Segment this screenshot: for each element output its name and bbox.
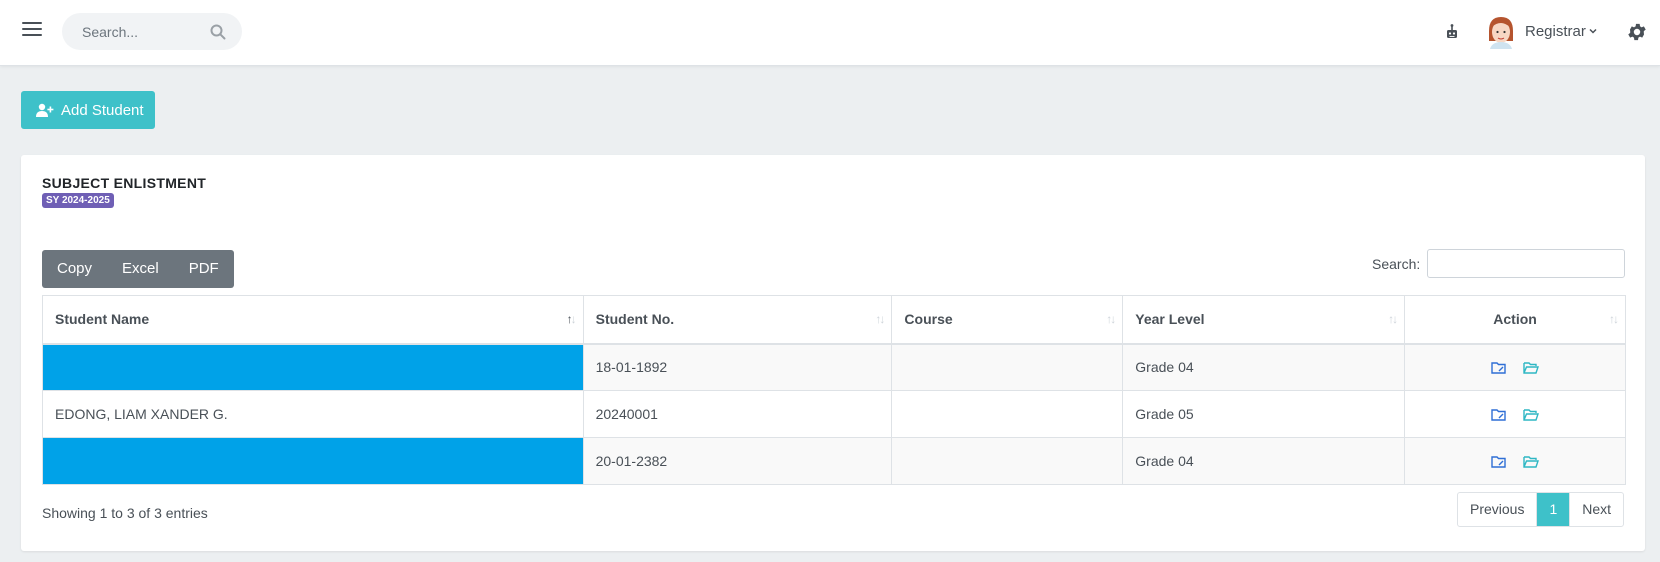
add-user-icon (36, 103, 54, 117)
copy-button[interactable]: Copy (42, 250, 107, 288)
sort-icon: ↑↓ (1388, 312, 1398, 326)
excel-button[interactable]: Excel (107, 250, 174, 288)
student-name-cell (42, 437, 584, 485)
column-header-year-level[interactable]: Year Level ↑↓ (1122, 295, 1406, 345)
add-student-label: Add Student (61, 101, 144, 119)
gear-icon[interactable] (1626, 21, 1648, 43)
table-search-input[interactable] (1427, 249, 1625, 278)
column-header-course[interactable]: Course ↑↓ (891, 295, 1124, 345)
user-avatar[interactable] (1485, 15, 1517, 49)
table-search-label: Search: (1372, 256, 1421, 272)
column-header-student-name[interactable]: Student Name ↑↓ (42, 295, 584, 345)
user-name[interactable]: Registrar (1525, 23, 1586, 40)
edit-folder-icon[interactable] (1491, 361, 1507, 375)
robot-icon[interactable] (1443, 23, 1461, 41)
course-cell (891, 437, 1124, 485)
action-cell (1404, 343, 1626, 391)
action-cell (1404, 437, 1626, 485)
column-header-student-no[interactable]: Student No. ↑↓ (582, 295, 893, 345)
students-table: Student Name ↑↓ Student No. ↑↓ Course ↑↓… (42, 295, 1626, 485)
table-row: 20-01-2382 Grade 04 (42, 437, 1626, 485)
edit-folder-icon[interactable] (1491, 455, 1507, 469)
previous-page-button[interactable]: Previous (1458, 493, 1536, 526)
student-name-cell: EDONG, LIAM XANDER G. (42, 390, 584, 438)
global-search-input[interactable] (62, 13, 192, 50)
chevron-down-icon[interactable] (1588, 26, 1598, 36)
table-row: EDONG, LIAM XANDER G. 20240001 Grade 05 (42, 390, 1626, 438)
student-no-cell: 20240001 (582, 390, 893, 438)
card-title: SUBJECT ENLISTMENT (42, 175, 207, 191)
course-cell (891, 343, 1124, 391)
page-1-button[interactable]: 1 (1536, 493, 1570, 526)
year-level-cell: Grade 05 (1122, 390, 1406, 438)
action-cell (1404, 390, 1626, 438)
search-icon[interactable] (210, 24, 226, 40)
pdf-button[interactable]: PDF (174, 250, 234, 288)
column-header-action[interactable]: Action ↑↓ (1404, 295, 1626, 345)
table-info: Showing 1 to 3 of 3 entries (42, 505, 208, 521)
subject-enlistment-card: SUBJECT ENLISTMENT SY 2024-2025 Copy Exc… (21, 155, 1645, 551)
sort-icon: ↑↓ (1106, 312, 1116, 326)
student-no-cell: 20-01-2382 (582, 437, 893, 485)
open-folder-icon[interactable] (1523, 408, 1539, 422)
course-cell (891, 390, 1124, 438)
next-page-button[interactable]: Next (1569, 493, 1623, 526)
hamburger-menu-icon[interactable] (22, 22, 42, 42)
open-folder-icon[interactable] (1523, 455, 1539, 469)
top-bar: Registrar (0, 0, 1660, 66)
open-folder-icon[interactable] (1523, 361, 1539, 375)
global-search (62, 13, 242, 50)
school-year-badge: SY 2024-2025 (42, 193, 114, 208)
sort-icon: ↑↓ (566, 312, 577, 326)
year-level-cell: Grade 04 (1122, 437, 1406, 485)
student-name-cell (42, 343, 584, 391)
student-no-cell: 18-01-1892 (582, 343, 893, 391)
table-row: 18-01-1892 Grade 04 (42, 343, 1626, 391)
sort-icon: ↑↓ (1609, 312, 1619, 326)
export-button-group: Copy Excel PDF (42, 250, 234, 288)
edit-folder-icon[interactable] (1491, 408, 1507, 422)
year-level-cell: Grade 04 (1122, 343, 1406, 391)
sort-icon: ↑↓ (875, 312, 885, 326)
add-student-button[interactable]: Add Student (21, 91, 155, 129)
pagination: Previous 1 Next (1457, 492, 1625, 527)
